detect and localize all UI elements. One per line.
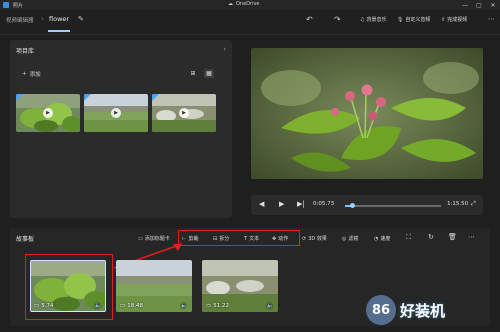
onedrive-status[interactable]: ☁ OneDrive [228,1,260,7]
play-icon: ▶ [179,108,189,118]
custom-audio-label: 自定义音频 [405,17,431,23]
3d-effects-label: 3D 效果 [308,236,327,242]
watermark-text: 好装机 [400,301,446,320]
3d-effects-button[interactable]: ⟳ 3D 效果 [302,235,327,243]
site-watermark: 86 好装机 [330,288,500,332]
project-library-panel: 项目库 › + 添加 ⊞ ▦ ▶ ▶ ▶ [10,40,232,218]
play-icon: ▶ [111,108,121,118]
motion-button[interactable]: ✥ 动作 [272,235,289,243]
total-time: 1:15.50 [447,201,469,207]
breadcrumb-underline [48,30,70,32]
volume-icon[interactable]: 🔈 [95,302,102,309]
background-music-label: 背景音乐 [366,17,387,23]
video-preview [251,48,483,179]
undo-icon[interactable]: ↶ [306,15,313,24]
video-clip-icon: ▭ [206,303,212,309]
app-name: 照片 [13,2,24,9]
3d-effects-icon: ⟳ [302,235,307,242]
speed-button[interactable]: ◔ 速度 [374,235,391,243]
maximize-button[interactable]: ▢ [472,0,486,10]
motion-icon: ✥ [272,235,277,242]
selected-corner-indicator [152,94,159,101]
finish-video-button[interactable]: ⇪ 完成视频 [441,16,468,24]
clip-duration: ▭ 18.48 [120,303,143,309]
volume-icon[interactable]: 🔈 [267,302,274,309]
library-thumb-field[interactable]: ▶ [84,94,148,132]
clip-duration: ▭ 51.22 [206,303,229,309]
clip-1-duration: 5.74 [41,303,54,309]
rotate-icon[interactable]: ↻ [428,233,434,241]
filters-button[interactable]: ◎ 滤镜 [342,235,359,243]
storyboard-clip-3[interactable]: ▭ 51.22 🔈 [202,260,278,312]
play-button-icon[interactable]: ▶ [279,200,284,208]
filters-icon: ◎ [342,235,347,242]
preview-flower-image [251,48,483,179]
add-media-button[interactable]: + 添加 [22,70,41,78]
rename-pencil-icon[interactable]: ✎ [78,15,84,23]
seek-bar-thumb[interactable] [349,203,355,208]
clip-3-duration: 51.22 [213,303,229,309]
playback-controls: ◀ ▶ ▶| 0:05.73 1:15.50 ⤢ [251,195,483,215]
split-label: 拆分 [219,236,230,242]
clip-duration: ▭ 5.74 [34,303,53,309]
background-music-button[interactable]: ♫ 背景音乐 [360,16,387,24]
custom-audio-button[interactable]: 🎙 自定义音频 [397,16,431,24]
speed-label: 速度 [380,236,391,242]
split-icon: ⊟ [213,235,218,242]
selected-corner-indicator [16,94,23,101]
filters-label: 滤镜 [348,236,359,242]
photos-app-icon [3,2,9,8]
play-icon: ▶ [43,108,53,118]
video-clip-icon: ▭ [34,303,40,309]
close-button[interactable]: ✕ [486,0,500,10]
volume-icon[interactable]: 🔈 [181,302,188,309]
more-options-icon[interactable]: ⋯ [488,15,495,23]
watermark-badge: 86 [366,295,396,325]
library-thumb-leaves[interactable]: ▶ [16,94,80,132]
previous-frame-icon[interactable]: ◀ [259,200,264,208]
resize-icon[interactable]: ⛶ [406,233,411,242]
video-clip-icon: ▭ [120,303,126,309]
storyboard-title: 故事板 [16,236,35,243]
storyboard-clip-1[interactable]: ▭ 5.74 🔈 [30,260,106,312]
onedrive-label: OneDrive [236,1,260,7]
speed-icon: ◔ [374,235,379,242]
grid-view-small-icon[interactable]: ⊞ [188,69,198,78]
text-label: 文本 [249,236,260,242]
plus-icon: + [22,71,27,77]
split-button[interactable]: ⊟ 拆分 [213,235,230,243]
project-library-title: 项目库 [16,48,35,55]
delete-icon[interactable]: 🗑 [448,233,457,241]
project-name: flower [49,15,70,23]
selected-corner-indicator [84,94,91,101]
storyboard-clip-2[interactable]: ▭ 18.48 🔈 [116,260,192,312]
more-storyboard-icon[interactable]: ⋯ [468,233,475,241]
text-icon: T [244,235,248,242]
add-media-label: 添加 [29,72,41,78]
redo-icon[interactable]: ↷ [334,15,341,24]
current-time: 0:05.73 [313,201,335,207]
clip-2-duration: 18.48 [127,303,143,309]
grid-view-large-icon[interactable]: ▦ [204,69,214,78]
collapse-chevron-icon[interactable]: › [224,46,226,53]
finish-video-label: 完成视频 [447,17,468,23]
minimize-button[interactable]: — [458,0,472,10]
cloud-icon: ☁ [228,1,233,7]
fullscreen-icon[interactable]: ⤢ [471,200,476,208]
next-frame-icon[interactable]: ▶| [297,200,305,208]
microphone-icon: 🎙 [397,16,404,23]
text-button[interactable]: T 文本 [244,235,260,243]
motion-label: 动作 [278,236,289,242]
breadcrumb-video-editor[interactable]: 视频编辑器 [6,16,34,24]
seek-bar[interactable] [345,203,441,208]
breadcrumb-separator: › [41,15,44,23]
export-icon: ⇪ [441,16,446,23]
library-thumb-garden[interactable]: ▶ [152,94,216,132]
music-note-icon: ♫ [360,16,365,23]
title-bar: 照片 ☁ OneDrive — ▢ ✕ [0,0,500,10]
editor-toolbar: 视频编辑器 › flower ✎ ↶ ↷ ♫ 背景音乐 🎙 自定义音频 ⇪ 完成… [0,10,500,35]
